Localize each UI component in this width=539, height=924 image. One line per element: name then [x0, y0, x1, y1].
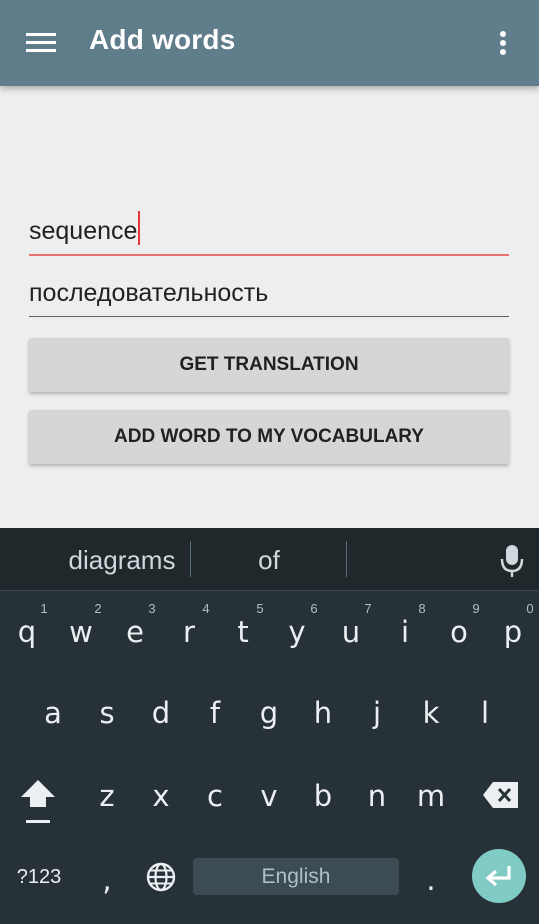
enter-key[interactable] — [472, 849, 526, 903]
globe-icon[interactable] — [146, 862, 176, 892]
key-l[interactable]: l — [458, 681, 512, 743]
suggestion-divider — [190, 541, 191, 577]
key-label: y — [288, 615, 306, 649]
key-hint: 8 — [418, 601, 426, 616]
app-bar: Add words — [0, 0, 539, 86]
key-label: k — [422, 696, 440, 730]
key-label: r — [183, 615, 195, 649]
word-input-value: sequence — [29, 217, 138, 245]
key-label: a — [44, 696, 62, 730]
key-v[interactable]: v — [242, 764, 296, 826]
key-m[interactable]: m — [404, 764, 458, 826]
key-hint: 4 — [202, 601, 210, 616]
key-h[interactable]: h — [296, 681, 350, 743]
key-e[interactable]: e3 — [108, 600, 162, 662]
key-x[interactable]: x — [134, 764, 188, 826]
key-label: p — [503, 615, 523, 649]
get-translation-button[interactable]: GET TRANSLATION — [29, 338, 509, 392]
suggestion-strip: diagrams of — [0, 528, 539, 591]
page-title: Add words — [89, 24, 236, 55]
backspace-icon[interactable] — [482, 780, 520, 810]
key-label: d — [151, 696, 171, 730]
symbols-key[interactable]: ?123 — [0, 866, 78, 889]
key-hint: 9 — [472, 601, 480, 616]
key-p[interactable]: p0 — [486, 600, 539, 662]
enter-arrow-icon — [485, 866, 511, 887]
key-label: j — [372, 696, 382, 730]
suggestion-item[interactable]: of — [192, 528, 346, 590]
key-label: h — [313, 696, 333, 730]
key-q[interactable]: q1 — [0, 600, 54, 662]
key-r[interactable]: r4 — [162, 600, 216, 662]
key-label: x — [152, 779, 170, 813]
suggestion-item[interactable]: diagrams — [38, 528, 206, 590]
key-label: w — [69, 615, 93, 649]
key-label: m — [416, 779, 446, 813]
key-a[interactable]: a — [26, 681, 80, 743]
key-hint: 6 — [310, 601, 318, 616]
more-options-icon[interactable] — [492, 29, 514, 57]
key-label: v — [260, 779, 278, 813]
key-hint: 0 — [526, 601, 534, 616]
key-label: u — [341, 615, 361, 649]
text-cursor — [138, 211, 141, 245]
add-word-button[interactable]: ADD WORD TO MY VOCABULARY — [29, 410, 509, 464]
word-input[interactable]: sequence — [29, 208, 509, 256]
hamburger-menu-icon[interactable] — [26, 31, 56, 53]
translation-input[interactable]: последовательность — [29, 270, 509, 317]
key-u[interactable]: u7 — [324, 600, 378, 662]
key-label: t — [237, 615, 249, 649]
translation-input-value: последовательность — [29, 279, 269, 307]
key-c[interactable]: c — [188, 764, 242, 826]
key-hint: 7 — [364, 601, 372, 616]
microphone-icon[interactable] — [499, 544, 525, 578]
key-label: q — [17, 615, 37, 649]
key-b[interactable]: b — [296, 764, 350, 826]
key-hint: 5 — [256, 601, 264, 616]
key-j[interactable]: j — [350, 681, 404, 743]
key-t[interactable]: t5 — [216, 600, 270, 662]
suggestion-divider — [346, 541, 347, 577]
key-y[interactable]: y6 — [270, 600, 324, 662]
key-label: g — [259, 696, 279, 730]
key-label: c — [207, 779, 223, 813]
key-label: b — [313, 779, 333, 813]
shift-key-icon[interactable] — [18, 776, 58, 826]
spacebar[interactable]: English — [193, 858, 399, 895]
key-o[interactable]: o9 — [432, 600, 486, 662]
key-label: s — [99, 696, 115, 730]
key-hint: 2 — [94, 601, 102, 616]
key-s[interactable]: s — [80, 681, 134, 743]
key-f[interactable]: f — [188, 681, 242, 743]
key-label: e — [126, 615, 144, 649]
key-z[interactable]: z — [80, 764, 134, 826]
key-label: l — [480, 696, 490, 730]
key-i[interactable]: i8 — [378, 600, 432, 662]
key-w[interactable]: w2 — [54, 600, 108, 662]
key-k[interactable]: k — [404, 681, 458, 743]
key-label: n — [367, 779, 387, 813]
key-label: o — [450, 615, 468, 649]
key-label: z — [99, 779, 115, 813]
key-hint: 1 — [40, 601, 48, 616]
key-label: i — [400, 615, 410, 649]
key-hint: 3 — [148, 601, 156, 616]
key-n[interactable]: n — [350, 764, 404, 826]
comma-key[interactable]: , — [80, 848, 134, 910]
period-key[interactable]: . — [404, 848, 458, 910]
key-label: f — [209, 696, 221, 730]
key-g[interactable]: g — [242, 681, 296, 743]
key-d[interactable]: d — [134, 681, 188, 743]
